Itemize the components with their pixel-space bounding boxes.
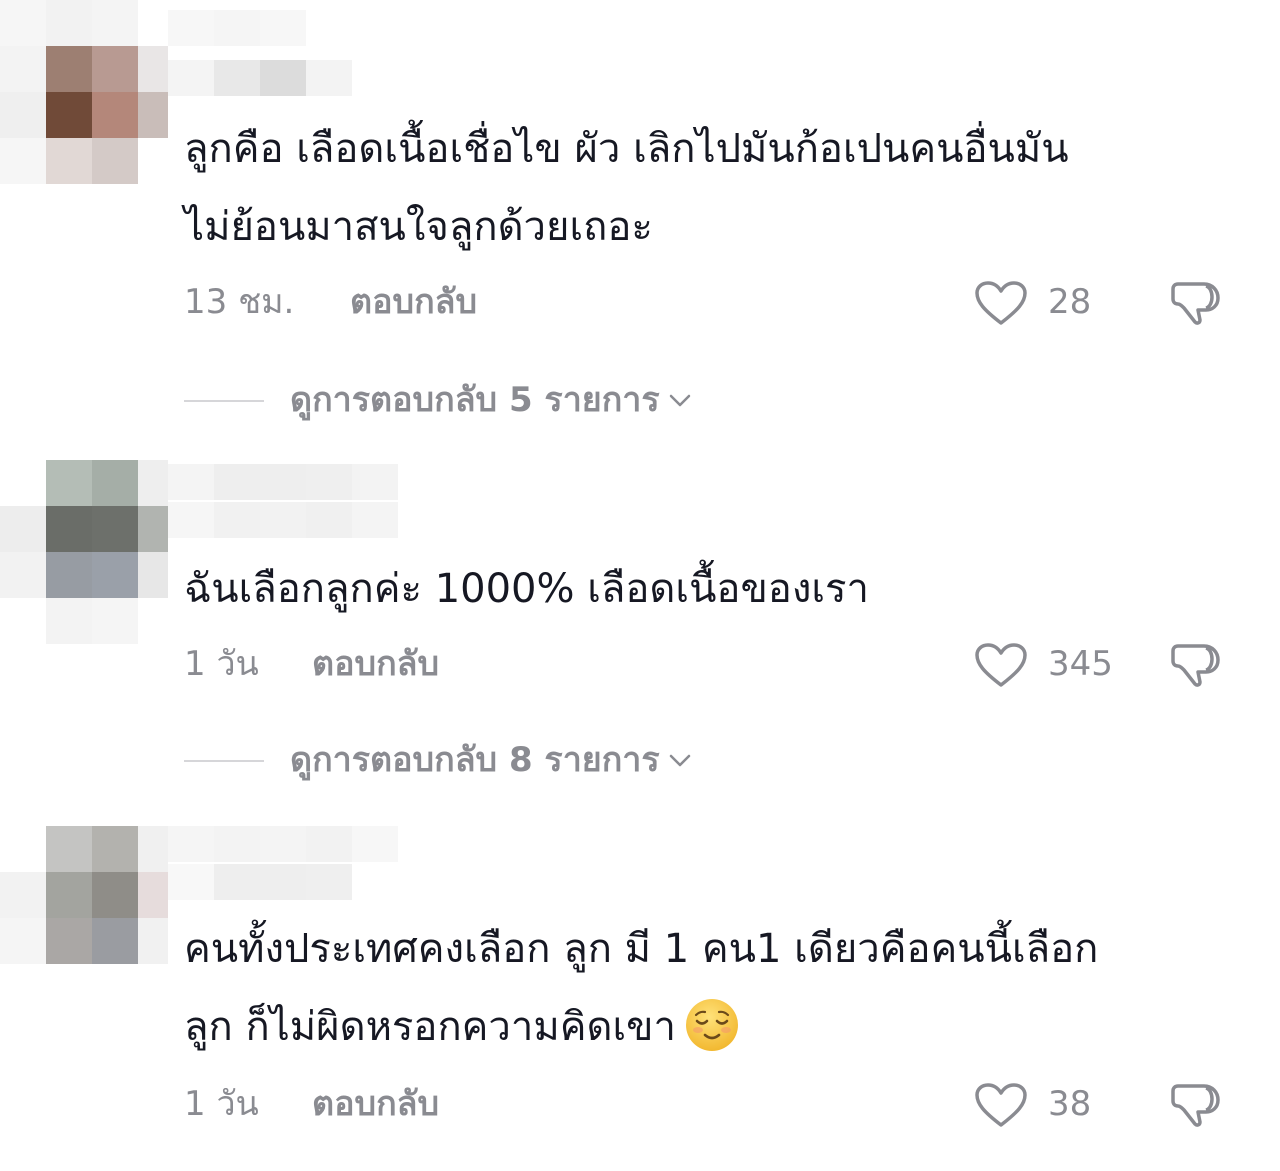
- comment-text: คนทั้งประเทศคงเลือก ลูก มี 1 คน1 เดียวคื…: [184, 910, 1244, 1066]
- heart-icon: [975, 643, 1027, 687]
- thumbs-down-icon: [1171, 1084, 1220, 1127]
- relieved-face-icon: [685, 999, 738, 1051]
- view-replies-button[interactable]: ดูการตอบกลับ 8 รายการ: [184, 736, 884, 784]
- username-blurred[interactable]: [168, 10, 354, 96]
- avatar[interactable]: [0, 0, 168, 184]
- comment-meta: 13 ชม. ตอบกลับ 28: [184, 278, 1244, 326]
- thumbs-down-icon: [1171, 282, 1220, 325]
- heart-icon: [975, 1083, 1027, 1127]
- avatar[interactable]: [0, 460, 168, 644]
- view-replies-label: ดูการตอบกลับ 8 รายการ: [290, 740, 660, 780]
- divider-line: [184, 400, 264, 402]
- reply-button[interactable]: ตอบกลับ: [312, 640, 439, 688]
- username-blurred[interactable]: [168, 464, 400, 538]
- divider-line: [184, 760, 264, 762]
- comment-time: 13 ชม.: [184, 282, 295, 322]
- comment-text: ฉันเลือกลูกค่ะ 1000% เลือดเนื้อของเรา: [184, 566, 869, 612]
- comment-meta: 1 วัน ตอบกลับ 38: [184, 1080, 1244, 1128]
- dislike-button[interactable]: [1168, 1080, 1228, 1128]
- chevron-down-icon: [669, 754, 691, 767]
- like-count: 38: [1048, 1084, 1092, 1124]
- chevron-down-icon: [669, 394, 691, 407]
- username-blurred[interactable]: [168, 826, 400, 900]
- view-replies-button[interactable]: ดูการตอบกลับ 5 รายการ: [184, 376, 884, 424]
- reply-button[interactable]: ตอบกลับ: [350, 278, 477, 326]
- comment-text-content: คนทั้งประเทศคงเลือก ลูก มี 1 คน1 เดียวคื…: [184, 926, 1099, 1050]
- view-replies-label: ดูการตอบกลับ 5 รายการ: [290, 380, 660, 420]
- like-count: 345: [1048, 644, 1113, 684]
- comment-meta: 1 วัน ตอบกลับ 345: [184, 640, 1244, 688]
- thumbs-down-icon: [1171, 644, 1220, 687]
- reply-button[interactable]: ตอบกลับ: [312, 1080, 439, 1128]
- comment-time: 1 วัน: [184, 1084, 259, 1124]
- comment-text: ลูกคือ เลือดเนื้อเชื่อไข ผัว เลิกไปมันก้…: [184, 126, 1069, 250]
- dislike-button[interactable]: [1168, 640, 1228, 688]
- comment-time: 1 วัน: [184, 644, 259, 684]
- heart-icon: [975, 281, 1027, 325]
- avatar[interactable]: [0, 826, 168, 1006]
- like-count: 28: [1048, 282, 1092, 322]
- dislike-button[interactable]: [1168, 278, 1228, 326]
